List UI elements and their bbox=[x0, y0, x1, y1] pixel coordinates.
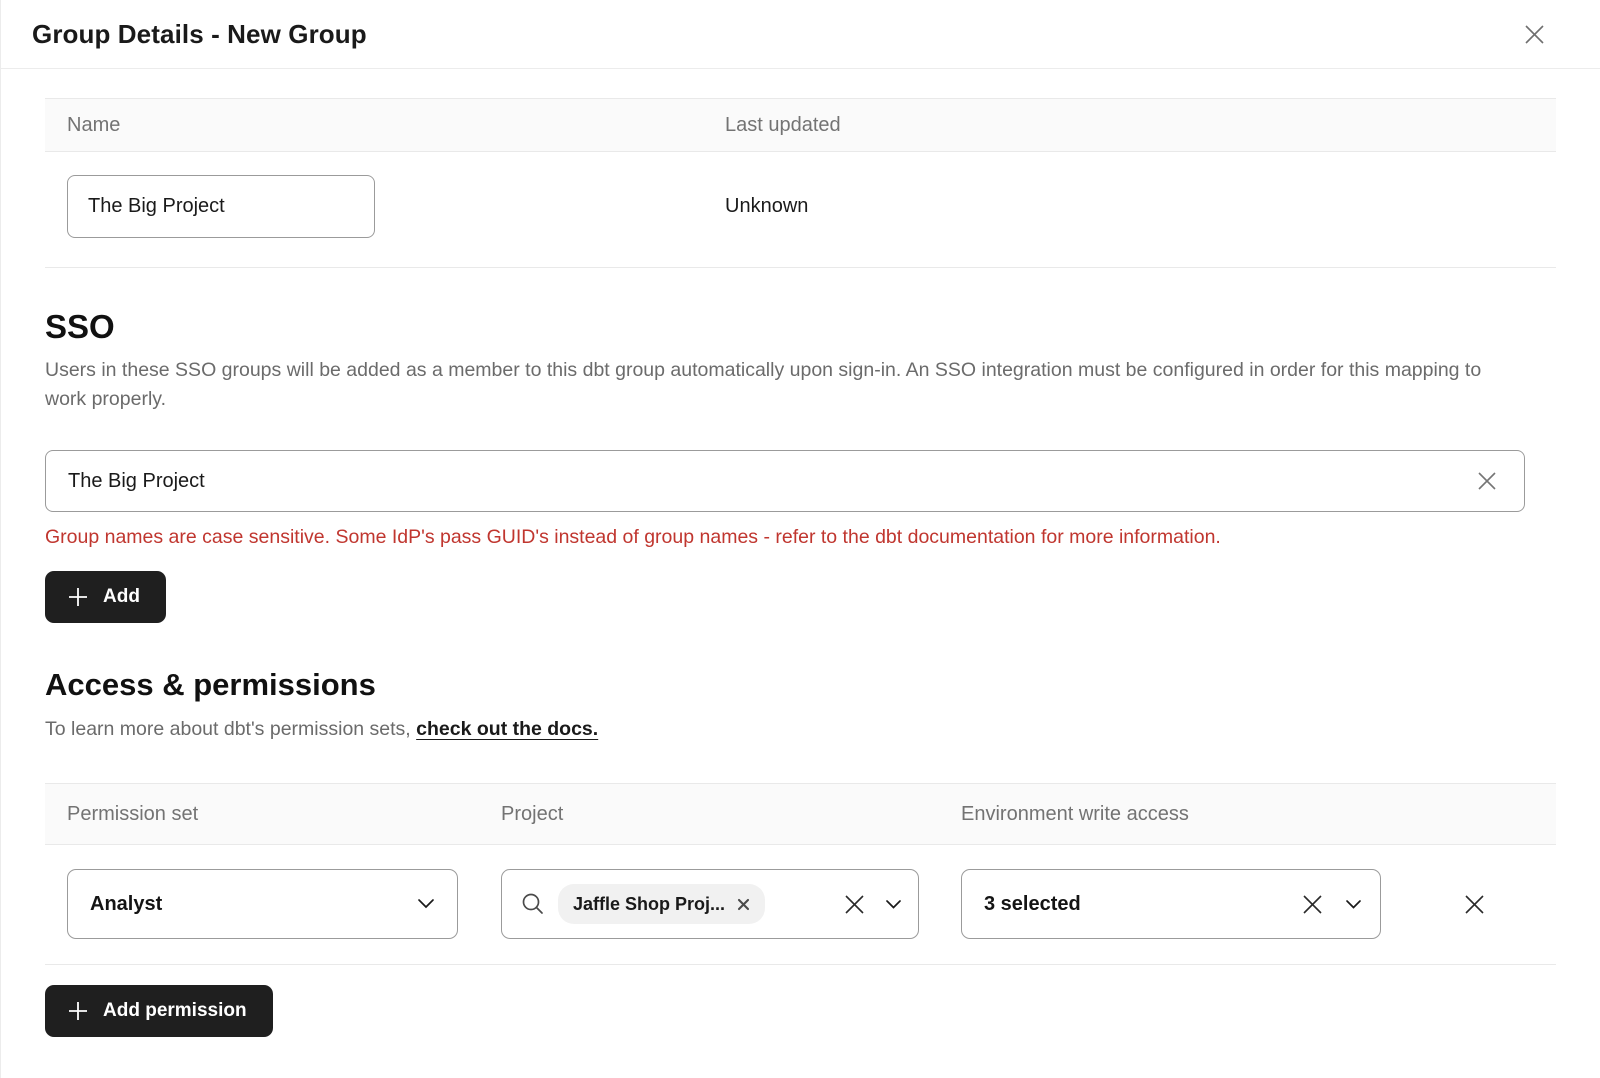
docs-link[interactable]: check out the docs. bbox=[416, 718, 598, 740]
clear-icon bbox=[1474, 468, 1500, 494]
add-button-label: Add bbox=[103, 586, 140, 608]
chevron-down-icon bbox=[417, 898, 435, 910]
page-title: Group Details - New Group bbox=[32, 19, 367, 50]
permissions-header-row: Permission set Project Environment write… bbox=[45, 783, 1556, 845]
sso-error-message: Group names are case sensitive. Some IdP… bbox=[45, 526, 1556, 549]
clear-icon bbox=[1300, 892, 1325, 917]
close-button[interactable] bbox=[1517, 17, 1552, 52]
group-name-table: Name Last updated Unknown bbox=[45, 98, 1556, 268]
environment-clear-button[interactable] bbox=[1296, 888, 1329, 921]
add-sso-group-button[interactable]: Add bbox=[45, 571, 166, 623]
search-icon bbox=[520, 891, 546, 917]
column-header-environment-write-access: Environment write access bbox=[961, 803, 1534, 826]
modal-content: Name Last updated Unknown SSO Users in t… bbox=[1, 98, 1600, 1037]
chevron-down-icon bbox=[885, 899, 902, 910]
column-header-last-updated: Last updated bbox=[725, 114, 1534, 137]
permission-set-value: Analyst bbox=[90, 893, 162, 916]
column-header-project: Project bbox=[501, 803, 961, 826]
permissions-heading: Access & permissions bbox=[45, 667, 1556, 703]
close-icon bbox=[1461, 891, 1488, 918]
add-permission-button[interactable]: Add permission bbox=[45, 985, 273, 1037]
add-permission-button-label: Add permission bbox=[103, 1000, 247, 1022]
permission-set-select[interactable]: Analyst bbox=[67, 869, 458, 939]
sso-heading: SSO bbox=[45, 308, 1556, 346]
sso-clear-button[interactable] bbox=[1470, 464, 1504, 498]
plus-icon bbox=[67, 1000, 89, 1022]
sso-group-field bbox=[45, 450, 1525, 512]
environment-write-access-select[interactable]: 3 selected bbox=[961, 869, 1381, 939]
group-table-row: Unknown bbox=[45, 152, 1556, 268]
project-clear-button[interactable] bbox=[838, 888, 871, 921]
group-details-modal: { "header": { "title": "Group Details - … bbox=[0, 0, 1600, 1078]
project-chip[interactable]: Jaffle Shop Proj... bbox=[558, 884, 765, 924]
column-header-name: Name bbox=[67, 114, 725, 137]
permissions-table: Permission set Project Environment write… bbox=[45, 783, 1556, 965]
sso-description: Users in these SSO groups will be added … bbox=[45, 356, 1525, 414]
project-select[interactable]: Jaffle Shop Proj... bbox=[501, 869, 919, 939]
sso-group-input[interactable] bbox=[46, 470, 1470, 493]
environment-value: 3 selected bbox=[984, 893, 1081, 916]
close-icon bbox=[1521, 21, 1548, 48]
group-table-header-row: Name Last updated bbox=[45, 98, 1556, 152]
group-name-input[interactable] bbox=[67, 175, 375, 238]
modal-header: Group Details - New Group bbox=[1, 0, 1600, 69]
project-chip-label: Jaffle Shop Proj... bbox=[573, 894, 725, 915]
plus-icon bbox=[67, 586, 89, 608]
clear-icon bbox=[842, 892, 867, 917]
permission-row: Analyst Jaffle Shop Proj... bbox=[45, 845, 1556, 965]
column-header-permission-set: Permission set bbox=[67, 803, 501, 826]
chevron-down-icon bbox=[1345, 899, 1362, 910]
remove-permission-row-button[interactable] bbox=[1457, 887, 1492, 922]
docs-text: To learn more about dbt's permission set… bbox=[45, 718, 416, 740]
chip-remove-icon[interactable] bbox=[737, 898, 750, 911]
last-updated-value: Unknown bbox=[725, 195, 1534, 218]
